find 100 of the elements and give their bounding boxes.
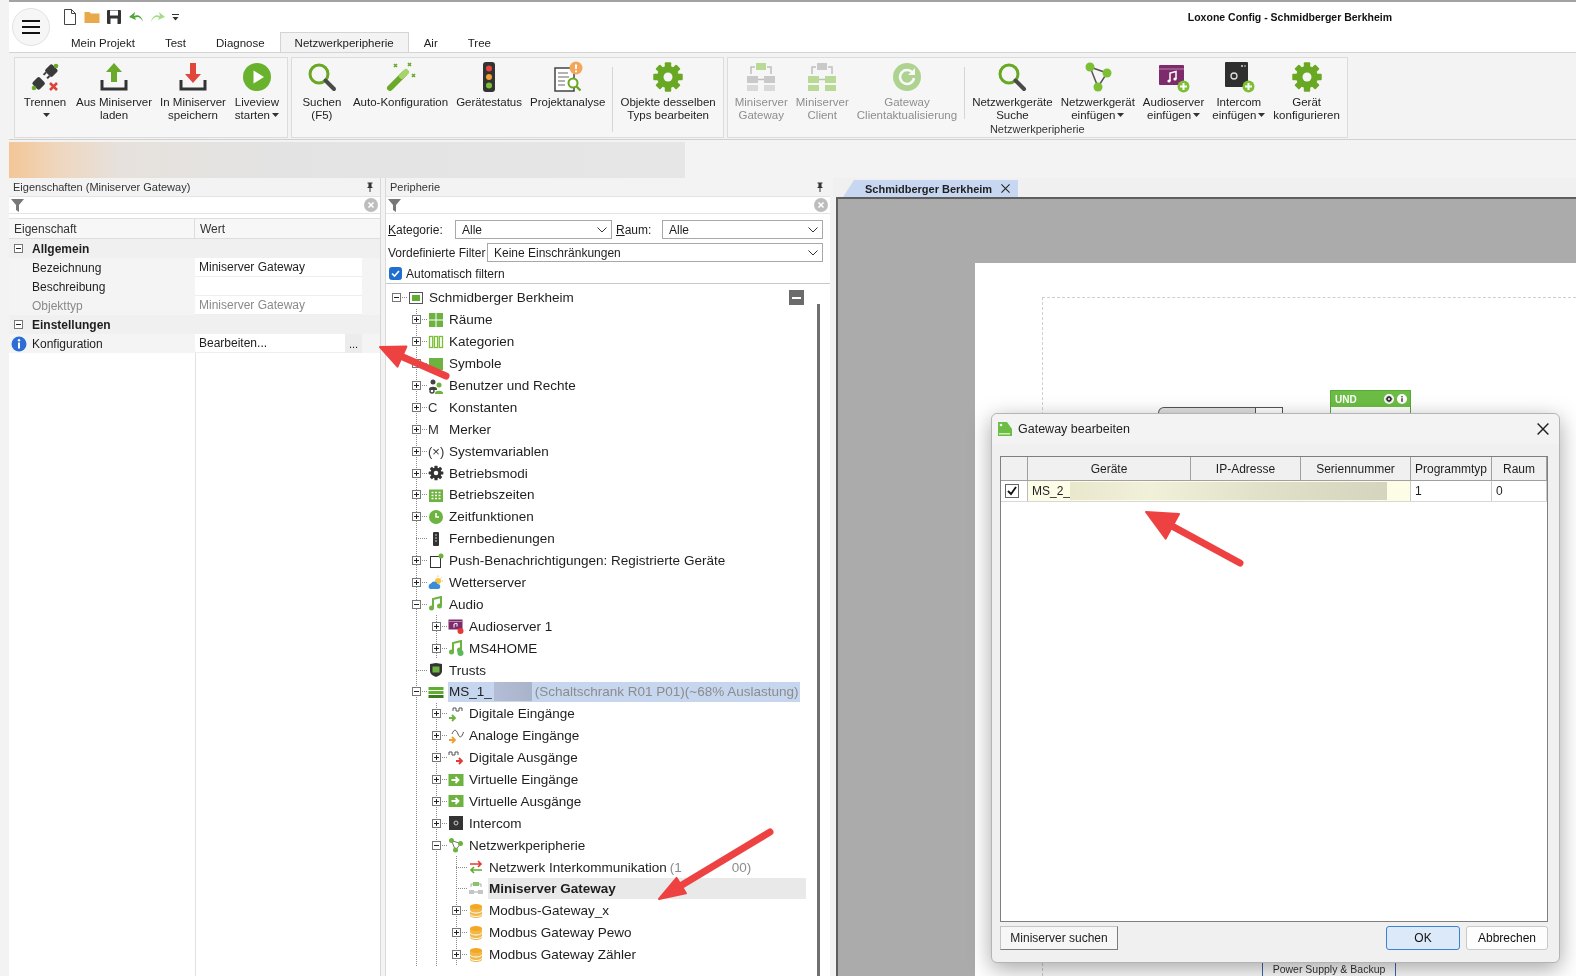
expand-icon[interactable] [412,512,421,522]
expand-icon[interactable] [452,928,461,938]
info-icon[interactable] [1397,394,1407,404]
function-block[interactable]: Power Supply & Backup [1262,963,1396,976]
tree-item[interactable]: Modbus-Gateway_x [387,899,806,922]
expand-icon[interactable] [432,753,441,763]
collapse-icon[interactable] [412,687,421,697]
ellipsis-button[interactable]: ... [345,334,362,353]
ribbon-button[interactable]: Netzwerkgeräte Suche [969,59,1056,123]
property-value[interactable]: Miniserver Gateway [195,258,362,277]
ribbon-button[interactable]: Objekte desselben Typs bearbeiten [617,59,719,123]
ribbon-button[interactable]: Audioserver einfügen [1139,59,1208,123]
ribbon-button[interactable]: In Miniserver speichern [157,59,229,123]
pin-icon[interactable] [816,182,824,192]
tree-item[interactable]: Intercom [387,812,806,835]
tree-item[interactable]: Push-Benachrichtigungen: Registrierte Geräte [387,549,806,572]
collapse-icon[interactable] [432,840,441,850]
property-value[interactable]: Bearbeiten... [195,334,345,353]
expand-icon[interactable] [412,315,421,325]
ribbon-tab[interactable]: Diagnose [201,32,280,52]
new-file-icon[interactable] [62,9,78,25]
ribbon-button[interactable]: Intercom einfügen [1209,59,1269,123]
ribbon-button[interactable]: Aus Miniserver laden [73,59,156,123]
checkbox[interactable] [1005,484,1019,498]
expand-icon[interactable] [452,950,461,960]
expand-icon[interactable] [432,796,441,806]
tree-item[interactable]: Betriebszeiten [387,484,806,506]
tree-item[interactable]: Trusts [387,659,806,682]
collapse-icon[interactable] [14,320,23,329]
collapse-all-button[interactable] [789,290,804,305]
expand-icon[interactable] [412,556,421,566]
tree-item[interactable]: Audioserver 1 [387,615,806,638]
tree-item[interactable]: Wetterserver [387,571,806,594]
tree-item[interactable]: Digitale Eingänge [387,702,806,725]
checkbox[interactable] [389,267,402,280]
expand-icon[interactable] [412,337,421,347]
chevron-down-icon[interactable] [808,249,818,256]
expand-icon[interactable] [452,906,461,916]
ribbon-tab[interactable]: Mein Projekt [56,32,150,52]
tree-item[interactable]: Räume [387,308,806,331]
tree-item[interactable]: Benutzer und Rechte [387,374,806,397]
ribbon-button[interactable]: Liveview starten [230,59,283,123]
tree-item[interactable]: Analoge Eingänge [387,724,806,747]
close-icon[interactable] [1001,184,1010,193]
collapse-icon[interactable] [14,244,23,253]
dropdown[interactable]: Alle [455,220,612,239]
tree-item[interactable]: Virtuelle Ausgänge [387,790,806,813]
tree-item[interactable]: Netzwerkperipherie [387,834,806,857]
ribbon-button[interactable]: Projektanalyse [527,59,609,110]
expand-icon[interactable] [432,775,441,785]
scrollbar[interactable] [816,304,820,976]
tree-item[interactable]: Virtuelle Eingänge [387,768,806,791]
tree-item[interactable]: MS4HOME [387,637,806,660]
tree-item[interactable]: Fernbedienungen [387,527,806,550]
function-block[interactable] [1158,407,1283,413]
tree-item[interactable]: Modbus Gateway Pewo [387,921,806,944]
cancel-button[interactable]: Abbrechen [1466,926,1548,950]
expand-icon[interactable] [412,490,421,500]
search-button[interactable]: Miniserver suchen [1000,926,1118,950]
collapse-icon[interactable] [412,599,421,609]
ribbon-button[interactable]: Netzwerkgerät einfügen [1057,59,1138,123]
ribbon-tab[interactable]: Tree [452,32,506,52]
ribbon-button[interactable]: Trennen [19,59,71,123]
tree-item[interactable]: Netzwerk Interkommunikation (1 00) [387,856,806,879]
expand-icon[interactable] [412,424,421,434]
tree-item[interactable]: Zeitfunktionen [387,505,806,528]
tree-item[interactable]: Audio [387,593,806,616]
ribbon-tab[interactable]: Test [149,32,201,52]
ribbon-tab[interactable]: Netzwerkperipherie [279,32,409,52]
filter-field[interactable] [386,196,830,214]
pin-icon[interactable] [366,182,374,192]
expand-icon[interactable] [432,709,441,719]
tree-item[interactable]: (×) Systemvariablen [387,440,806,463]
expand-icon[interactable] [412,468,421,478]
collapse-icon[interactable] [392,293,401,303]
document-tab[interactable]: Schmidberger Berkheim [843,180,1018,197]
expand-icon[interactable] [432,643,441,653]
dropdown[interactable]: Alle [662,220,823,239]
chevron-down-icon[interactable] [597,226,607,233]
chevron-down-icon[interactable] [808,226,818,233]
tree-item[interactable]: Modbus Gateway Zähler [387,943,806,966]
save-icon[interactable] [106,9,122,25]
dropdown[interactable]: Keine Einschränkungen [487,243,823,262]
tree-item[interactable]: Schmidberger Berkheim [387,287,806,309]
tree-item[interactable]: Betriebsmodi [387,462,806,484]
ribbon-button[interactable]: Auto-Konfiguration [349,59,452,110]
ribbon-button[interactable]: Gerätestatus [453,59,525,110]
filter-field[interactable] [9,196,380,214]
tree-item[interactable]: Kategorien [387,330,806,353]
ok-button[interactable]: OK [1386,926,1460,950]
ribbon-button[interactable]: Suchen (F5) [295,59,348,123]
expand-icon[interactable] [412,446,421,456]
tree-item[interactable]: C Konstanten [387,396,806,419]
expand-icon[interactable] [412,402,421,412]
expand-icon[interactable] [412,381,421,390]
ribbon-button[interactable]: Gerät konfigurieren [1270,59,1343,123]
expand-icon[interactable] [432,731,441,741]
expand-icon[interactable] [432,621,441,631]
tree-item[interactable]: Digitale Ausgänge [387,746,806,769]
tree-item[interactable]: M Merker [387,418,806,441]
